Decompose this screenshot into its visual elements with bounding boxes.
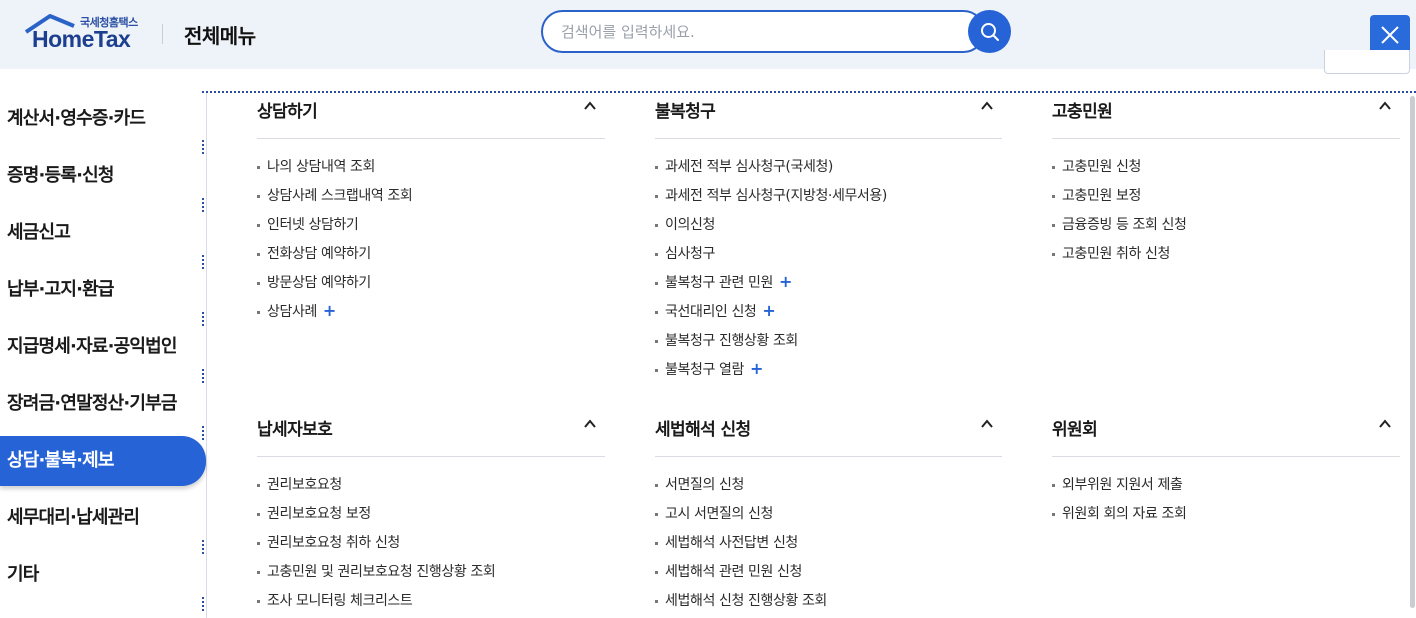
chevron-up-icon[interactable]: [1378, 417, 1392, 431]
list-item[interactable]: 고충민원 취하 신청: [1052, 245, 1400, 274]
list-item[interactable]: 고충민원 신청: [1052, 158, 1400, 187]
section-grievance: 고충민원 고충민원 신청 고충민원 보정 금융증빙 등 조회 신청 고충민원 취…: [1052, 93, 1400, 274]
menu-content: 상담하기 나의 상담내역 조회 상담사례 스크랩내역 조회 인터넷 상담하기 전…: [207, 93, 1416, 618]
focus-outline-mark: [202, 597, 204, 611]
hometax-logo[interactable]: 국세청홈택스 HomeTax: [22, 12, 142, 52]
list-item[interactable]: 금융증빙 등 조회 신청: [1052, 216, 1400, 245]
sidebar-item-tax-filing[interactable]: 세금신고: [0, 208, 206, 258]
list-item[interactable]: 인터넷 상담하기: [257, 216, 605, 245]
list-item[interactable]: 고시 서면질의 신청: [655, 505, 1002, 534]
list-item[interactable]: 심사청구: [655, 245, 1002, 274]
focus-outline-mark: [202, 312, 204, 326]
list-item[interactable]: 상담사례 스크랩내역 조회: [257, 187, 605, 216]
focus-outline-mark: [202, 540, 204, 554]
list-item[interactable]: 국선대리인 신청 +: [655, 303, 1002, 332]
focus-outline-mark: [202, 198, 204, 212]
chevron-up-icon[interactable]: [583, 417, 597, 431]
section-title: 불복청구: [655, 102, 716, 122]
section-title: 고충민원: [1052, 102, 1113, 122]
chevron-up-icon[interactable]: [583, 99, 597, 113]
chevron-up-icon[interactable]: [1378, 99, 1392, 113]
search-input[interactable]: [561, 21, 941, 43]
header: 국세청홈택스 HomeTax 전체메뉴: [0, 0, 1416, 69]
section-committee: 위원회 외부위원 지원서 제출 위원회 회의 자료 조회: [1052, 411, 1400, 534]
sidebar-item-incentive-yearend[interactable]: 장려금·연말정산·기부금: [0, 379, 206, 429]
list-item[interactable]: 세법해석 사전답변 신청: [655, 534, 1002, 563]
sidebar-item-consultation-appeal[interactable]: 상담·불복·제보: [0, 436, 206, 486]
list-item[interactable]: 권리보호요청: [257, 476, 605, 505]
section-header[interactable]: 위원회: [1052, 411, 1400, 457]
section-taxpayer-protection: 납세자보호 권리보호요청 권리보호요청 보정 권리보호요청 취하 신청 고충민원…: [257, 411, 605, 618]
sidebar-item-tax-agent[interactable]: 세무대리·납세관리: [0, 493, 206, 543]
section-header[interactable]: 세법해석 신청: [655, 411, 1002, 457]
section-header[interactable]: 불복청구: [655, 93, 1002, 139]
focus-outline-mark: [202, 140, 204, 154]
list-item[interactable]: 조사 모니터링 체크리스트: [257, 592, 605, 618]
chevron-up-icon[interactable]: [980, 99, 994, 113]
section-title: 납세자보호: [257, 420, 333, 440]
close-icon: [1381, 25, 1399, 44]
plus-icon[interactable]: +: [779, 274, 792, 290]
sidebar-item-etc[interactable]: 기타: [0, 550, 206, 600]
list-item[interactable]: 권리보호요청 보정: [257, 505, 605, 534]
search-box: [541, 10, 985, 53]
focus-outline-mark: [202, 255, 204, 269]
sidebar-item-invoice-receipt-card[interactable]: 계산서·영수증·카드: [0, 94, 206, 144]
section-consultation: 상담하기 나의 상담내역 조회 상담사례 스크랩내역 조회 인터넷 상담하기 전…: [257, 93, 605, 332]
scrollbar[interactable]: [1410, 96, 1415, 608]
focus-outline-mark: [202, 426, 204, 440]
page-title: 전체메뉴: [184, 24, 256, 48]
list-item[interactable]: 불복청구 관련 민원 +: [655, 274, 1002, 303]
list-item[interactable]: 불복청구 열람 +: [655, 361, 1002, 390]
list-item[interactable]: 서면질의 신청: [655, 476, 1002, 505]
close-button[interactable]: [1370, 15, 1410, 54]
list-item[interactable]: 세법해석 신청 진행상황 조회: [655, 592, 1002, 618]
list-item[interactable]: 상담사례 +: [257, 303, 605, 332]
list-item[interactable]: 불복청구 진행상황 조회: [655, 332, 1002, 361]
plus-icon[interactable]: +: [762, 303, 775, 319]
chevron-up-icon[interactable]: [980, 417, 994, 431]
section-header[interactable]: 고충민원: [1052, 93, 1400, 139]
list-item[interactable]: 고충민원 및 권리보호요청 진행상황 조회: [257, 563, 605, 592]
section-header[interactable]: 상담하기: [257, 93, 605, 139]
section-appeal: 불복청구 과세전 적부 심사청구(국세청) 과세전 적부 심사청구(지방청·세무…: [655, 93, 1002, 390]
list-item[interactable]: 방문상담 예약하기: [257, 274, 605, 303]
section-title: 상담하기: [257, 102, 318, 122]
list-item[interactable]: 위원회 회의 자료 조회: [1052, 505, 1400, 534]
list-item[interactable]: 권리보호요청 취하 신청: [257, 534, 605, 563]
sidebar-item-payment-refund[interactable]: 납부·고지·환급: [0, 265, 206, 315]
section-header[interactable]: 납세자보호: [257, 411, 605, 457]
search-icon: [980, 22, 999, 41]
list-item[interactable]: 과세전 적부 심사청구(지방청·세무서용): [655, 187, 1002, 216]
sidebar-item-certificate-registration[interactable]: 증명·등록·신청: [0, 151, 206, 201]
plus-icon[interactable]: +: [323, 303, 336, 319]
sidebar: 계산서·영수증·카드 증명·등록·신청 세금신고 납부·고지·환급 지급명세·자…: [0, 91, 207, 618]
list-item[interactable]: 나의 상담내역 조회: [257, 158, 605, 187]
section-tax-law-interpretation: 세법해석 신청 서면질의 신청 고시 서면질의 신청 세법해석 사전답변 신청 …: [655, 411, 1002, 618]
section-title: 위원회: [1052, 420, 1098, 440]
sidebar-item-payment-statement[interactable]: 지급명세·자료·공익법인: [0, 322, 206, 372]
list-item[interactable]: 전화상담 예약하기: [257, 245, 605, 274]
list-item[interactable]: 외부위원 지원서 제출: [1052, 476, 1400, 505]
plus-icon[interactable]: +: [750, 361, 763, 377]
list-item[interactable]: 고충민원 보정: [1052, 187, 1400, 216]
list-item[interactable]: 과세전 적부 심사청구(국세청): [655, 158, 1002, 187]
list-item[interactable]: 이의신청: [655, 216, 1002, 245]
section-title: 세법해석 신청: [655, 420, 751, 440]
logo-text: HomeTax: [32, 26, 131, 52]
search-button[interactable]: [968, 10, 1011, 53]
focus-outline-mark: [202, 369, 204, 383]
list-item[interactable]: 세법해석 관련 민원 신청: [655, 563, 1002, 592]
top-right-button[interactable]: [1324, 50, 1410, 74]
header-divider: [162, 24, 163, 44]
